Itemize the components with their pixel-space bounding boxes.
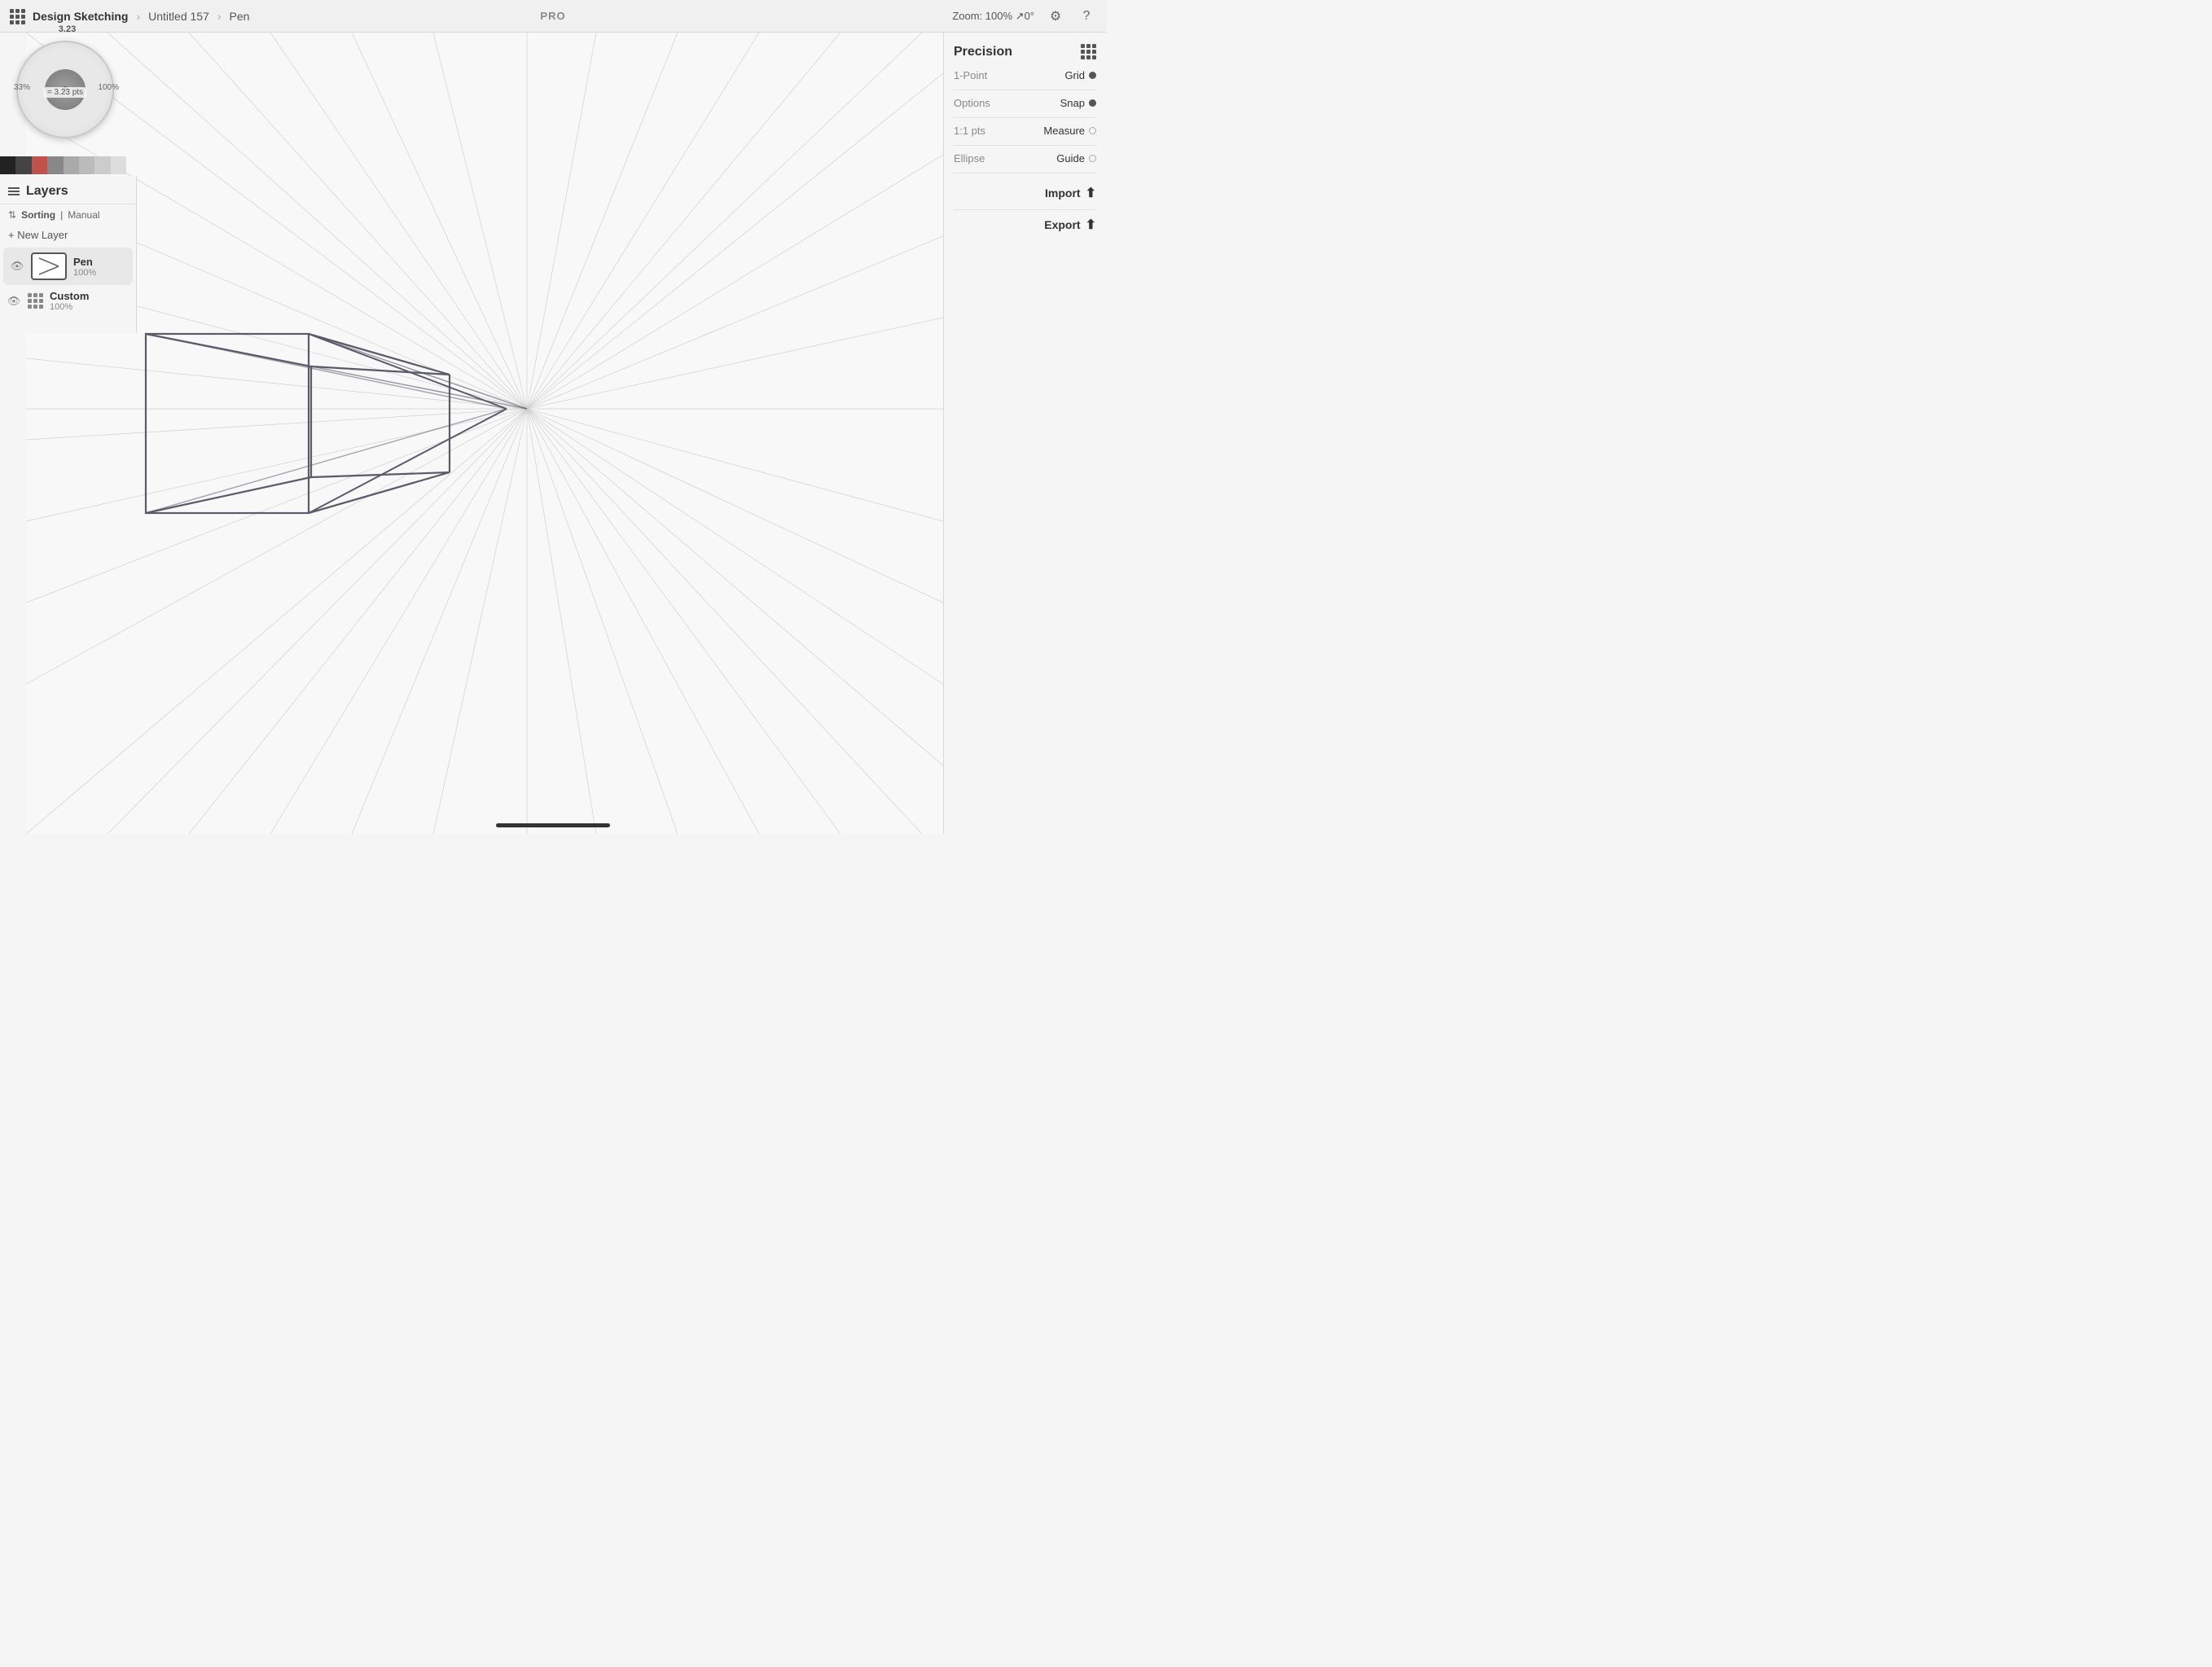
panel-value-measure[interactable]: Measure xyxy=(1043,125,1096,137)
layers-panel: Layers ⇅ Sorting | Manual + New Layer 👁 … xyxy=(0,176,137,333)
layer-opacity-custom: 100% xyxy=(50,302,89,312)
perspective-grid xyxy=(26,33,943,834)
layers-sorting[interactable]: ⇅ Sorting | Manual xyxy=(0,204,136,226)
layer-name-custom: Custom xyxy=(50,290,89,302)
export-button[interactable]: Export ⬆ xyxy=(954,217,1096,233)
current-tool-label: Pen xyxy=(230,10,250,23)
precision-title: Precision xyxy=(954,44,1096,59)
snap-dot xyxy=(1089,99,1096,107)
layer-item-pen[interactable]: 👁 Pen 100% xyxy=(3,248,133,285)
pro-badge: PRO xyxy=(540,10,565,22)
divider-5 xyxy=(954,209,1096,210)
layer-item-custom[interactable]: 👁 Custom 100% xyxy=(0,285,136,317)
layer-name-pen: Pen xyxy=(73,256,96,268)
import-icon: ⬆ xyxy=(1086,185,1096,201)
layer-info-custom: Custom 100% xyxy=(50,290,89,312)
layer-visibility-pen[interactable]: 👁 xyxy=(10,259,24,274)
panel-row-guide: Ellipse Guide xyxy=(954,152,1096,165)
settings-button[interactable]: ⚙ xyxy=(1046,7,1065,26)
panel-value-snap[interactable]: Snap xyxy=(1060,97,1096,109)
radial-circle[interactable]: = 3.23 pts 33% 100% xyxy=(16,41,114,138)
export-icon: ⬆ xyxy=(1086,217,1096,233)
panel-label-ellipse: Ellipse xyxy=(954,152,985,165)
radial-top-value: 3.23 xyxy=(59,24,76,34)
divider-3 xyxy=(954,145,1096,146)
new-layer-button[interactable]: + New Layer xyxy=(0,226,136,248)
import-button[interactable]: Import ⬆ xyxy=(954,185,1096,201)
app-grid-icon[interactable] xyxy=(10,9,24,24)
zoom-label: Zoom: 100% ↗0° xyxy=(952,10,1034,23)
panel-row-grid: 1-Point Grid xyxy=(954,69,1096,81)
panel-value-guide[interactable]: Guide xyxy=(1056,152,1096,165)
layer-opacity-pen: 100% xyxy=(73,268,96,278)
canvas-area[interactable] xyxy=(26,33,943,834)
panel-label-measure-pts: 1:1 pts xyxy=(954,125,985,137)
sorting-label: Sorting xyxy=(21,209,55,221)
sort-icon: ⇅ xyxy=(8,209,16,221)
help-button[interactable]: ? xyxy=(1077,7,1096,26)
zoom-value[interactable]: 100% xyxy=(985,10,1012,22)
home-indicator xyxy=(496,823,610,827)
radial-pts-label: = 3.23 pts xyxy=(44,87,86,98)
layer-grid-custom xyxy=(28,293,43,309)
document-name[interactable]: Untitled 157 xyxy=(148,10,209,23)
panel-label-grid: 1-Point xyxy=(954,69,987,81)
grid-dot xyxy=(1089,72,1096,79)
layer-thumbnail-pen xyxy=(31,252,67,280)
precision-grid-icon[interactable] xyxy=(1081,44,1096,59)
measure-dot xyxy=(1089,127,1096,134)
radial-left-percent: 33% xyxy=(14,83,30,93)
divider-2 xyxy=(954,117,1096,118)
panel-value-grid[interactable]: Grid xyxy=(1064,69,1096,81)
layer-info-pen: Pen 100% xyxy=(73,256,96,278)
sorting-value: Manual xyxy=(68,209,99,221)
right-panel: Precision 1-Point Grid Options Snap 1:1 … xyxy=(943,33,1106,834)
radial-menu[interactable]: 3.23 = 3.23 pts 33% 100% xyxy=(8,24,126,187)
layer-visibility-custom[interactable]: 👁 xyxy=(7,294,21,309)
app-name: Design Sketching xyxy=(33,10,128,23)
panel-row-measure: 1:1 pts Measure xyxy=(954,125,1096,137)
panel-row-snap: Options Snap xyxy=(954,97,1096,109)
topbar: Design Sketching › Untitled 157 › Pen PR… xyxy=(0,0,1106,33)
layers-menu-icon[interactable] xyxy=(8,187,20,195)
guide-dot xyxy=(1089,155,1096,162)
panel-label-options: Options xyxy=(954,97,990,109)
radial-right-percent: 100% xyxy=(98,83,119,93)
